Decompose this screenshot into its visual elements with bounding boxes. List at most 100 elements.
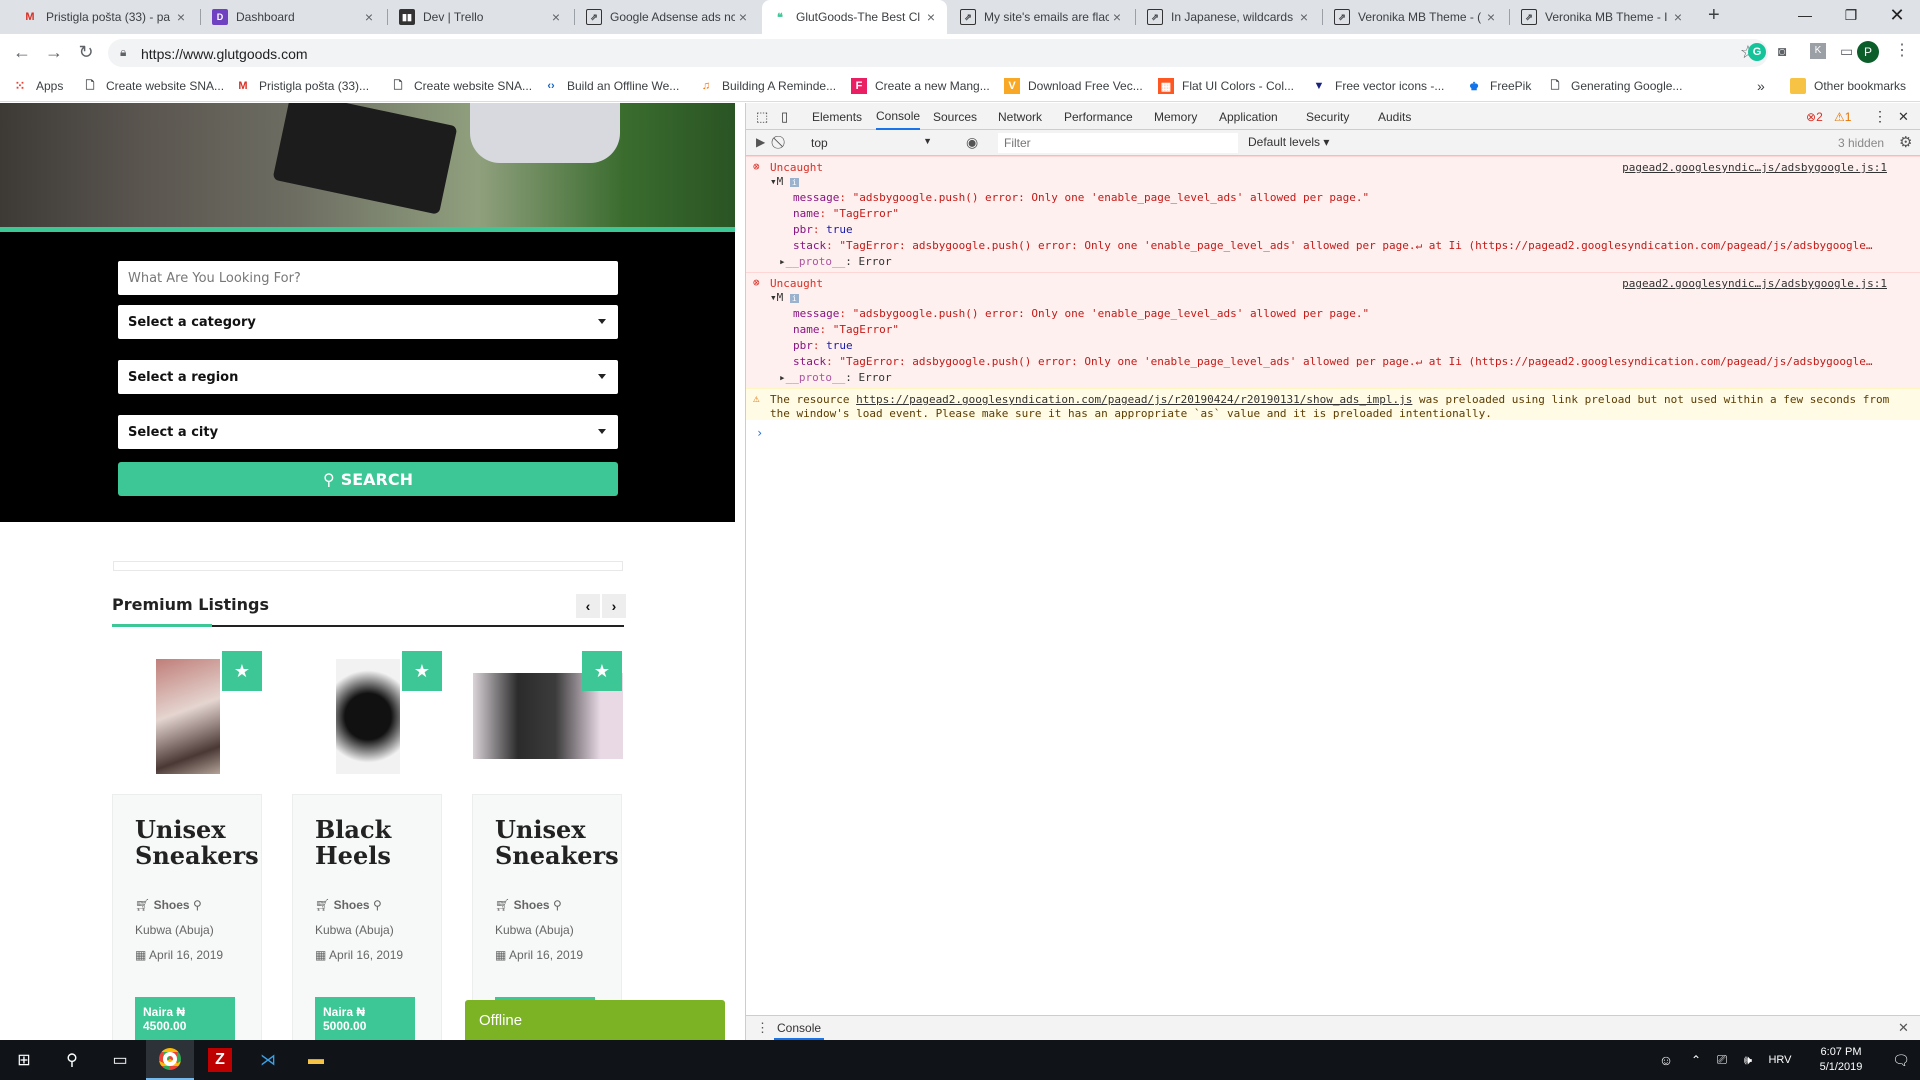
grammarly-icon[interactable]: G — [1748, 43, 1766, 61]
prev-arrow-button[interactable]: ‹ — [576, 594, 600, 618]
forward-button[interactable]: → — [42, 40, 66, 64]
tab-elements[interactable]: Elements — [812, 103, 872, 130]
bookmark-item[interactable]: ▼ Free vector icons -... — [1311, 70, 1445, 102]
sidebar-toggle-icon[interactable]: ▶︎ — [756, 135, 765, 149]
extension-icon[interactable]: ▭ — [1840, 43, 1853, 60]
task-view-icon[interactable]: ▭ — [96, 1040, 144, 1080]
close-icon[interactable]: × — [1296, 9, 1312, 25]
tab-trello[interactable]: ▮▮ Dev | Trello × — [389, 0, 572, 34]
console-prompt[interactable]: › — [756, 426, 763, 440]
featured-star-icon[interactable]: ★ — [222, 651, 262, 691]
language-indicator[interactable]: HRV — [1762, 1040, 1798, 1080]
extension-icon[interactable]: K — [1810, 43, 1826, 59]
camera-icon[interactable]: ◙ — [1778, 43, 1786, 59]
inspect-icon[interactable]: ⬚ — [756, 103, 768, 130]
address-bar[interactable]: 🔒︎ https://www.glutgoods.com ☆ — [108, 39, 1768, 67]
close-icon[interactable]: × — [1483, 9, 1499, 25]
close-icon[interactable]: × — [548, 9, 564, 25]
clock[interactable]: 6:07 PM 5/1/2019 — [1805, 1045, 1877, 1075]
filezilla-icon[interactable]: Z — [196, 1040, 244, 1080]
close-icon[interactable]: × — [735, 9, 751, 25]
search-icon[interactable]: ⚲ — [48, 1040, 96, 1080]
more-bookmarks-icon[interactable]: » — [1757, 70, 1765, 102]
bookmark-item[interactable]: F Create a new Mang... — [851, 70, 990, 102]
close-icon[interactable]: × — [923, 9, 939, 25]
resource-link[interactable]: https://pagead2.googlesyndication.com/pa… — [856, 393, 1412, 406]
expand-toggle[interactable]: ▾M i — [770, 175, 799, 188]
tab-veronika-2[interactable]: ⇗ Veronika MB Theme - I × — [1511, 0, 1694, 34]
profile-avatar[interactable]: P — [1857, 41, 1879, 63]
minimize-button[interactable]: — — [1782, 0, 1828, 30]
bookmark-item[interactable]: ▦ Flat UI Colors - Col... — [1158, 70, 1294, 102]
warning-count-badge[interactable]: ⚠ 1 — [1834, 103, 1851, 130]
windows-start-icon[interactable]: ⊞ — [0, 1040, 48, 1080]
city-select[interactable]: Select a city — [118, 415, 618, 449]
bookmark-item[interactable]: 🗋 Create website SNA... — [82, 70, 225, 102]
vscode-icon[interactable]: ⋊ — [244, 1040, 292, 1080]
bookmark-item[interactable]: 🗋 Create website SNA... — [390, 70, 533, 102]
featured-star-icon[interactable]: ★ — [402, 651, 442, 691]
bookmark-item[interactable]: V Download Free Vec... — [1004, 70, 1143, 102]
bookmark-apps[interactable]: ⁙ Apps — [12, 70, 64, 102]
tab-gmail[interactable]: M Pristigla pošta (33) - pa × — [12, 0, 197, 34]
log-levels-select[interactable]: Default levels ▾ — [1248, 135, 1329, 149]
listing-card[interactable]: Unisex Sneakers 🛒︎ Shoes ⚲ Kubwa (Abuja)… — [112, 794, 262, 1040]
tab-emails[interactable]: ⇗ My site's emails are flac × — [950, 0, 1133, 34]
close-icon[interactable]: × — [361, 9, 377, 25]
bookmark-item[interactable]: 🗋 Generating Google... — [1547, 70, 1683, 102]
close-icon[interactable]: × — [173, 9, 189, 25]
listing-card[interactable]: Black Heels 🛒︎ Shoes ⚲ Kubwa (Abuja) ▦ A… — [292, 794, 442, 1040]
featured-star-icon[interactable]: ★ — [582, 651, 622, 691]
close-window-button[interactable]: ✕ — [1874, 0, 1920, 30]
file-explorer-icon[interactable]: ▬ — [292, 1040, 340, 1080]
tab-veronika-1[interactable]: ⇗ Veronika MB Theme - ( × — [1324, 0, 1507, 34]
tab-performance[interactable]: Performance — [1064, 103, 1133, 130]
notifications-icon[interactable]: 🗨︎ — [1882, 1040, 1920, 1080]
menu-icon[interactable]: ⋮ — [1894, 40, 1910, 60]
region-select[interactable]: Select a region — [118, 360, 618, 394]
tab-memory[interactable]: Memory — [1154, 103, 1197, 130]
close-devtools-icon[interactable]: ✕ — [1898, 103, 1909, 130]
gear-icon[interactable]: ⚙ — [1899, 133, 1912, 151]
maximize-button[interactable]: ❐ — [1828, 0, 1874, 30]
eye-icon[interactable]: ◉ — [966, 134, 978, 151]
reload-button[interactable]: ↻ — [74, 40, 98, 64]
search-input[interactable]: What Are You Looking For? — [118, 261, 618, 295]
search-button[interactable]: ⚲ SEARCH — [118, 462, 618, 496]
tab-adsense[interactable]: ⇗ Google Adsense ads nc × — [576, 0, 759, 34]
tab-network[interactable]: Network — [998, 103, 1042, 130]
tab-japanese[interactable]: ⇗ In Japanese, wildcards a × — [1137, 0, 1320, 34]
close-drawer-icon[interactable]: ✕ — [1898, 1020, 1909, 1036]
back-button[interactable]: ← — [10, 40, 34, 64]
bookmark-item[interactable]: ♫ Building A Reminde... — [698, 70, 836, 102]
tab-application[interactable]: Application — [1219, 103, 1278, 130]
bookmark-item[interactable]: ♚ FreePik — [1466, 70, 1531, 102]
source-link[interactable]: pagead2.googlesyndic…js/adsbygoogle.js:1 — [1622, 277, 1887, 290]
volume-icon[interactable]: 🕪︎ — [1735, 1040, 1761, 1080]
console-filter-input[interactable] — [998, 133, 1238, 153]
tab-console[interactable]: Console — [876, 103, 921, 130]
bookmark-item[interactable]: ‹› Build an Offline We... — [543, 70, 679, 102]
error-count-badge[interactable]: ⊗ 2 — [1806, 103, 1823, 130]
source-link[interactable]: pagead2.googlesyndic…js/adsbygoogle.js:1 — [1622, 161, 1887, 174]
close-icon[interactable]: × — [1109, 9, 1125, 25]
tab-security[interactable]: Security — [1306, 103, 1349, 130]
category-select[interactable]: Select a category — [118, 305, 618, 339]
devtools-menu-icon[interactable]: ⋮ — [1873, 103, 1887, 130]
tab-glutgoods[interactable]: ❝ GlutGoods-The Best Cl × — [762, 0, 947, 34]
chevron-up-icon[interactable]: ⌃ — [1683, 1040, 1709, 1080]
new-tab-button[interactable]: + — [1708, 4, 1720, 27]
bookmark-item[interactable]: M Pristigla pošta (33)... — [235, 70, 369, 102]
expand-toggle[interactable]: ▾M i — [770, 291, 799, 304]
drawer-tab-console[interactable]: Console — [774, 1021, 825, 1040]
network-icon[interactable]: ⎚ — [1709, 1040, 1735, 1080]
tab-audits[interactable]: Audits — [1378, 103, 1411, 130]
tab-dashboard[interactable]: D Dashboard × — [202, 0, 385, 34]
close-icon[interactable]: × — [1670, 9, 1686, 25]
drawer-menu-icon[interactable]: ⋮ — [756, 1020, 769, 1036]
context-select[interactable]: top ▼ — [806, 133, 936, 153]
chrome-icon[interactable] — [146, 1040, 194, 1080]
tab-sources[interactable]: Sources — [933, 103, 977, 130]
bookmark-other[interactable]: Other bookmarks — [1790, 70, 1906, 102]
next-arrow-button[interactable]: › — [602, 594, 626, 618]
